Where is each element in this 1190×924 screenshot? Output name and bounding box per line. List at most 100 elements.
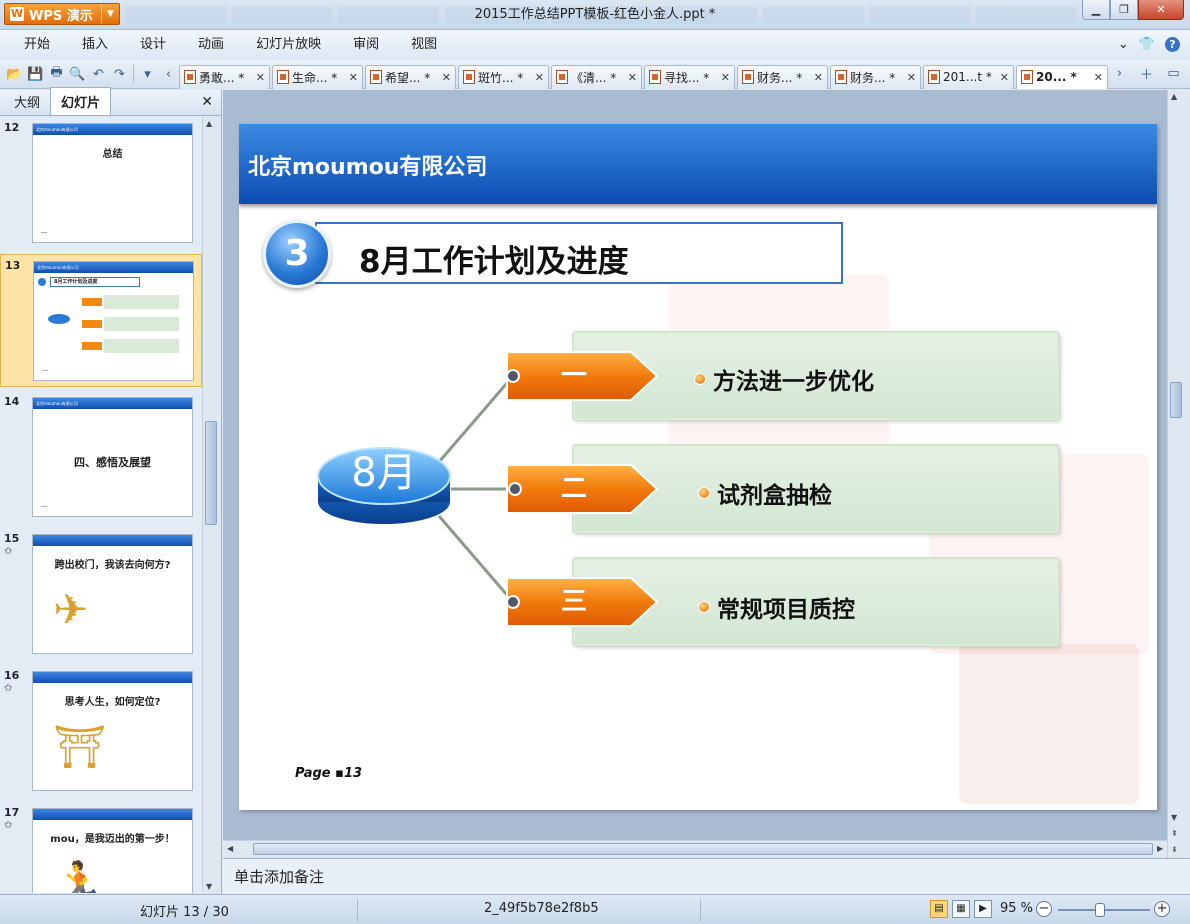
doc-tab[interactable]: 财务... * ✕	[830, 64, 921, 89]
item-tag-label[interactable]: 二	[507, 465, 641, 513]
menu-slideshow[interactable]: 幻灯片放映	[240, 30, 337, 60]
menu-bar: 开始 插入 设计 动画 幻灯片放映 审阅 视图 ⌄ 👕 ?	[0, 30, 1190, 60]
item-label: 常规项目质控	[717, 597, 855, 623]
normal-view-button[interactable]: ▤	[930, 900, 948, 918]
menu-animation[interactable]: 动画	[182, 30, 240, 60]
scroll-down-icon[interactable]: ▼	[1171, 813, 1177, 822]
restore-window-icon[interactable]: ▭	[1163, 63, 1184, 84]
scroll-down-icon[interactable]: ▼	[206, 882, 212, 891]
doc-tab-active[interactable]: 20... * ✕	[1016, 64, 1108, 89]
doc-tab-label: 财务... *	[757, 70, 803, 85]
thumbnail-image[interactable]: 跨出校门，我该去向何方? ✈	[32, 534, 193, 654]
item-text[interactable]: 常规项目质控	[699, 590, 855, 624]
item-tag-label[interactable]: 一	[507, 352, 641, 400]
close-tab-icon[interactable]: ✕	[442, 71, 451, 84]
doc-tab[interactable]: 寻找... * ✕	[644, 64, 735, 89]
doc-tab[interactable]: 201...t * ✕	[923, 64, 1014, 89]
doc-tab[interactable]: 生命... * ✕	[272, 64, 363, 89]
item-tag-label[interactable]: 三	[507, 578, 641, 626]
zoom-in-button[interactable]: +	[1154, 901, 1170, 917]
thumbnail-scrollbar[interactable]: ▲ ▼	[202, 117, 219, 893]
scroll-up-icon[interactable]: ▲	[206, 119, 212, 128]
chevron-down-icon[interactable]: ▼	[101, 4, 119, 24]
menu-review[interactable]: 审阅	[337, 30, 395, 60]
slide-thumbnail[interactable]: 17 ✩ mou，是我迈出的第一步！ 🏃	[0, 802, 202, 893]
close-tab-icon[interactable]: ✕	[721, 71, 730, 84]
tabs-scroll-left-icon[interactable]: ‹	[158, 64, 179, 85]
tabs-scroll-right-icon[interactable]: ›	[1109, 63, 1130, 84]
redo-icon[interactable]: ↷	[109, 64, 130, 85]
zoom-out-button[interactable]: −	[1036, 901, 1052, 917]
quick-toolbar: 📂 💾 🖶 🔍 ↶ ↷ ▾ ‹ 勇敢... * ✕ 生命... * ✕ 希望... …	[0, 60, 1190, 89]
chevron-down-icon[interactable]: ⌄	[1118, 37, 1129, 52]
save-icon[interactable]: 💾	[25, 64, 46, 85]
thumbnail-image[interactable]: 思考人生，如何定位? ⛩	[32, 671, 193, 791]
slide-thumbnail-selected[interactable]: 13 北京moumou有限公司 8月工作计划及进度 ---	[0, 254, 202, 387]
slide-sorter-view-button[interactable]: ▦	[952, 900, 970, 918]
close-panel-icon[interactable]: ✕	[201, 94, 213, 110]
wps-app-menu-button[interactable]: W WPS 演示 ▼	[4, 3, 120, 25]
close-tab-icon[interactable]: ✕	[814, 71, 823, 84]
print-icon[interactable]: 🖶	[46, 64, 67, 85]
minimize-button[interactable]: ▁	[1082, 0, 1110, 20]
undo-icon[interactable]: ↶	[88, 64, 109, 85]
thumbnail-image[interactable]: mou，是我迈出的第一步！ 🏃	[32, 808, 193, 893]
item-text[interactable]: 方法进一步优化	[695, 362, 874, 396]
skin-shirt-icon[interactable]: 👕	[1139, 37, 1155, 52]
new-tab-icon[interactable]: ＋	[1136, 63, 1157, 84]
canvas-horizontal-scrollbar[interactable]: ◀ ▶	[223, 840, 1167, 857]
open-folder-icon[interactable]: 📂	[4, 64, 25, 85]
item-text[interactable]: 试剂盒抽检	[699, 476, 832, 510]
hub-label[interactable]: 8月	[331, 448, 437, 498]
doc-tab[interactable]: 《清... * ✕	[551, 64, 642, 89]
previous-slide-icon[interactable]: ⇞	[1171, 829, 1178, 838]
thumbnail-image[interactable]: 北京moumou有限公司 总结 ---	[32, 123, 193, 243]
doc-tab[interactable]: 财务... * ✕	[737, 64, 828, 89]
doc-tab[interactable]: 勇敢... * ✕	[179, 64, 270, 89]
page-bullet-icon: ▪	[335, 766, 344, 781]
help-icon[interactable]: ?	[1165, 37, 1180, 52]
print-preview-icon[interactable]: 🔍	[67, 64, 88, 85]
close-tab-icon[interactable]: ✕	[1094, 71, 1103, 84]
close-tab-icon[interactable]: ✕	[256, 71, 265, 84]
menu-insert[interactable]: 插入	[66, 30, 124, 60]
scrollbar-thumb[interactable]	[1170, 382, 1182, 418]
app-name: WPS 演示	[29, 8, 93, 24]
scroll-right-icon[interactable]: ▶	[1157, 844, 1163, 853]
slide[interactable]: 北京moumou有限公司 8月工作计划及进度 3 8月 一 二 三 方法进一步优…	[239, 124, 1157, 810]
close-button[interactable]: ✕	[1138, 0, 1184, 20]
scroll-up-icon[interactable]: ▲	[1171, 92, 1177, 101]
slide-thumbnail[interactable]: 12 北京moumou有限公司 总结 ---	[0, 117, 202, 250]
slide-thumbnail[interactable]: 15 ✩ 跨出校门，我该去向何方? ✈	[0, 528, 202, 661]
slideshow-view-button[interactable]: ▶	[974, 900, 992, 918]
tab-slides[interactable]: 幻灯片	[50, 87, 112, 115]
thumb-title: 跨出校门，我该去向何方?	[54, 560, 171, 571]
customize-dropdown-icon[interactable]: ▾	[137, 64, 158, 85]
menu-design[interactable]: 设计	[124, 30, 182, 60]
thumbnail-image[interactable]: 北京moumou有限公司 四、感悟及展望 ---	[32, 397, 193, 517]
menu-view[interactable]: 视图	[395, 30, 453, 60]
close-tab-icon[interactable]: ✕	[535, 71, 544, 84]
canvas-vertical-scrollbar[interactable]: ▲ ▼ ⇞ ⇟	[1167, 90, 1184, 858]
close-tab-icon[interactable]: ✕	[628, 71, 637, 84]
page-footer[interactable]: Page ▪13	[295, 766, 362, 781]
close-tab-icon[interactable]: ✕	[349, 71, 358, 84]
tab-outline[interactable]: 大纲	[4, 88, 50, 115]
ppt-file-icon	[649, 70, 661, 84]
scrollbar-thumb[interactable]	[205, 421, 217, 525]
zoom-slider-thumb[interactable]	[1095, 903, 1105, 917]
thumbnail-image[interactable]: 北京moumou有限公司 8月工作计划及进度 ---	[33, 261, 194, 381]
close-tab-icon[interactable]: ✕	[907, 71, 916, 84]
doc-tab[interactable]: 斑竹... * ✕	[458, 64, 549, 89]
status-bar: 幻灯片 13 / 30 2_49f5b78e2f8b5 ▤ ▦ ▶ 95 % −…	[0, 894, 1190, 924]
slide-thumbnail[interactable]: 16 ✩ 思考人生，如何定位? ⛩	[0, 665, 202, 798]
menu-home[interactable]: 开始	[8, 30, 66, 60]
notes-pane[interactable]: 单击添加备注	[223, 858, 1190, 894]
scrollbar-thumb[interactable]	[253, 843, 1153, 855]
next-slide-icon[interactable]: ⇟	[1171, 845, 1178, 854]
scroll-left-icon[interactable]: ◀	[227, 844, 233, 853]
close-tab-icon[interactable]: ✕	[1000, 71, 1009, 84]
doc-tab[interactable]: 希望... * ✕	[365, 64, 456, 89]
maximize-button[interactable]: ❐	[1110, 0, 1138, 20]
slide-thumbnail[interactable]: 14 北京moumou有限公司 四、感悟及展望 ---	[0, 391, 202, 524]
